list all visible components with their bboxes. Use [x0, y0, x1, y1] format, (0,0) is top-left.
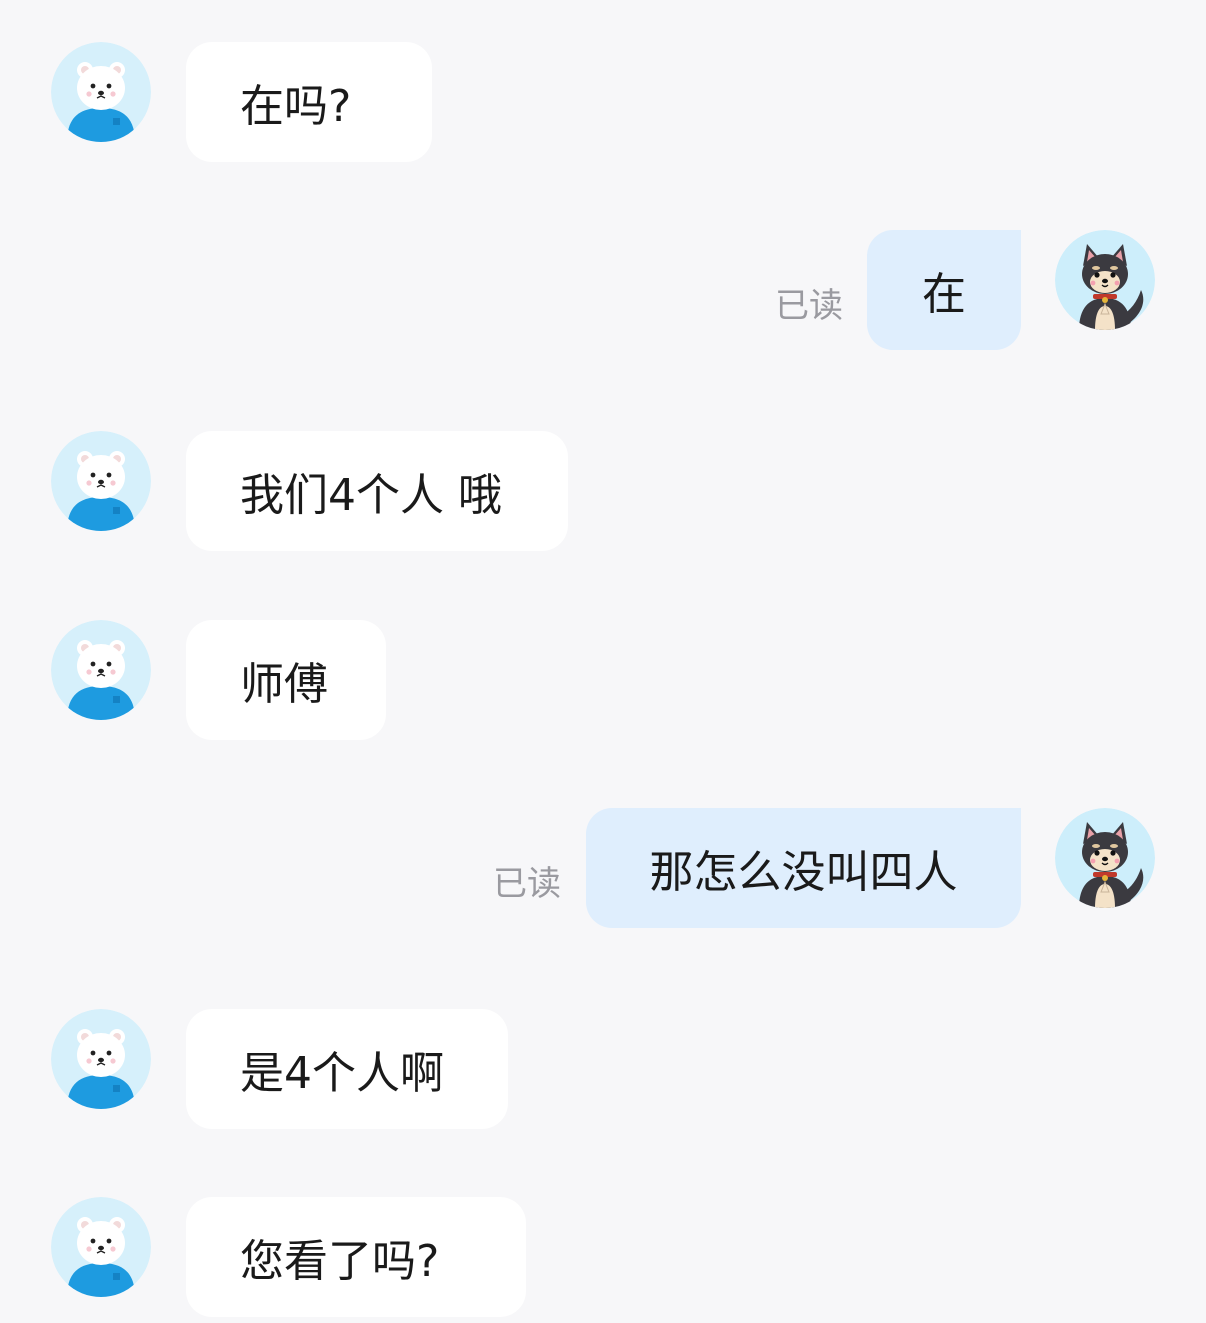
shiba-dog-avatar-icon[interactable]	[1055, 230, 1155, 330]
incoming-message-bubble[interactable]: 您看了吗?	[186, 1197, 526, 1317]
outgoing-message-bubble[interactable]: 在	[867, 230, 1021, 350]
chat-conversation: 在吗? 已读 在 我们4个人 哦 师傅 已读 那怎么没叫四人 是4个人啊 您看了…	[0, 0, 1206, 1323]
read-status-label: 已读	[775, 286, 843, 326]
message-text: 是4个人啊	[240, 1048, 444, 1099]
incoming-message-bubble[interactable]: 我们4个人 哦	[186, 431, 568, 551]
message-text: 您看了吗?	[240, 1236, 440, 1287]
read-status-label: 已读	[493, 864, 561, 904]
incoming-message-bubble[interactable]: 是4个人啊	[186, 1009, 508, 1129]
polar-bear-avatar-icon[interactable]	[51, 431, 151, 531]
message-text: 在吗?	[240, 81, 352, 132]
polar-bear-avatar-icon[interactable]	[51, 1197, 151, 1297]
incoming-message-bubble[interactable]: 师傅	[186, 620, 386, 740]
message-text: 我们4个人 哦	[240, 470, 502, 521]
message-text: 那怎么没叫四人	[649, 847, 958, 898]
shiba-dog-avatar-icon[interactable]	[1055, 808, 1155, 908]
incoming-message-bubble[interactable]: 在吗?	[186, 42, 432, 162]
polar-bear-avatar-icon[interactable]	[51, 620, 151, 720]
message-text: 师傅	[240, 659, 328, 710]
polar-bear-avatar-icon[interactable]	[51, 1009, 151, 1109]
message-text: 在	[922, 269, 966, 320]
outgoing-message-bubble[interactable]: 那怎么没叫四人	[586, 808, 1021, 928]
polar-bear-avatar-icon[interactable]	[51, 42, 151, 142]
